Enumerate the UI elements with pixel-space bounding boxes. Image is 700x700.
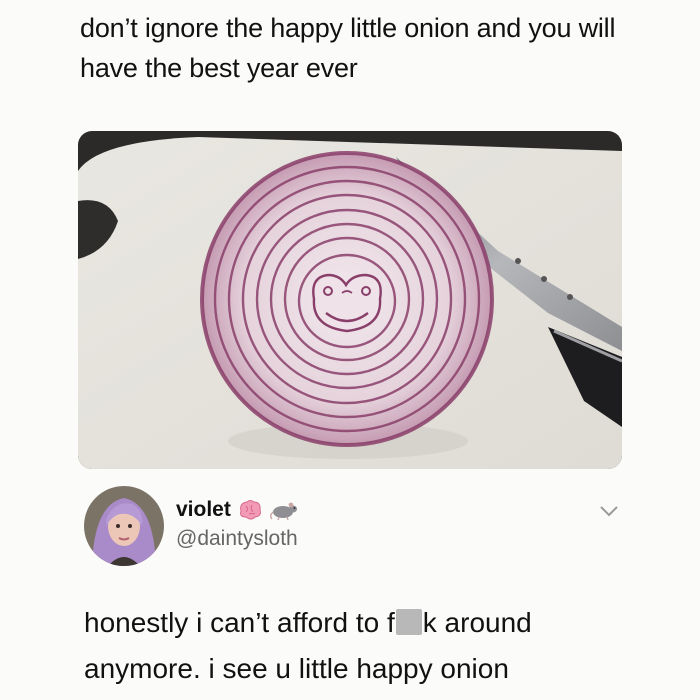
meme-post: don’t ignore the happy little onion and … [0, 0, 700, 700]
avatar[interactable] [84, 486, 164, 566]
avatar-photo-icon [84, 486, 164, 566]
display-name[interactable]: violet [176, 498, 231, 522]
user-info: violet @daintysloth [176, 497, 299, 551]
post-caption: don’t ignore the happy little onion and … [80, 13, 616, 83]
reply-text-start: honestly i can’t afford to f [84, 607, 395, 638]
user-handle[interactable]: @daintysloth [176, 527, 299, 551]
rat-emoji-icon [269, 502, 297, 521]
censor-block-icon [395, 609, 422, 635]
brain-emoji-icon [239, 500, 261, 520]
chevron-down-icon[interactable] [598, 504, 620, 518]
reply-text: honestly i can’t afford to fk around any… [84, 600, 644, 692]
onion-photo-icon [78, 131, 622, 469]
onion-photo [78, 131, 622, 469]
